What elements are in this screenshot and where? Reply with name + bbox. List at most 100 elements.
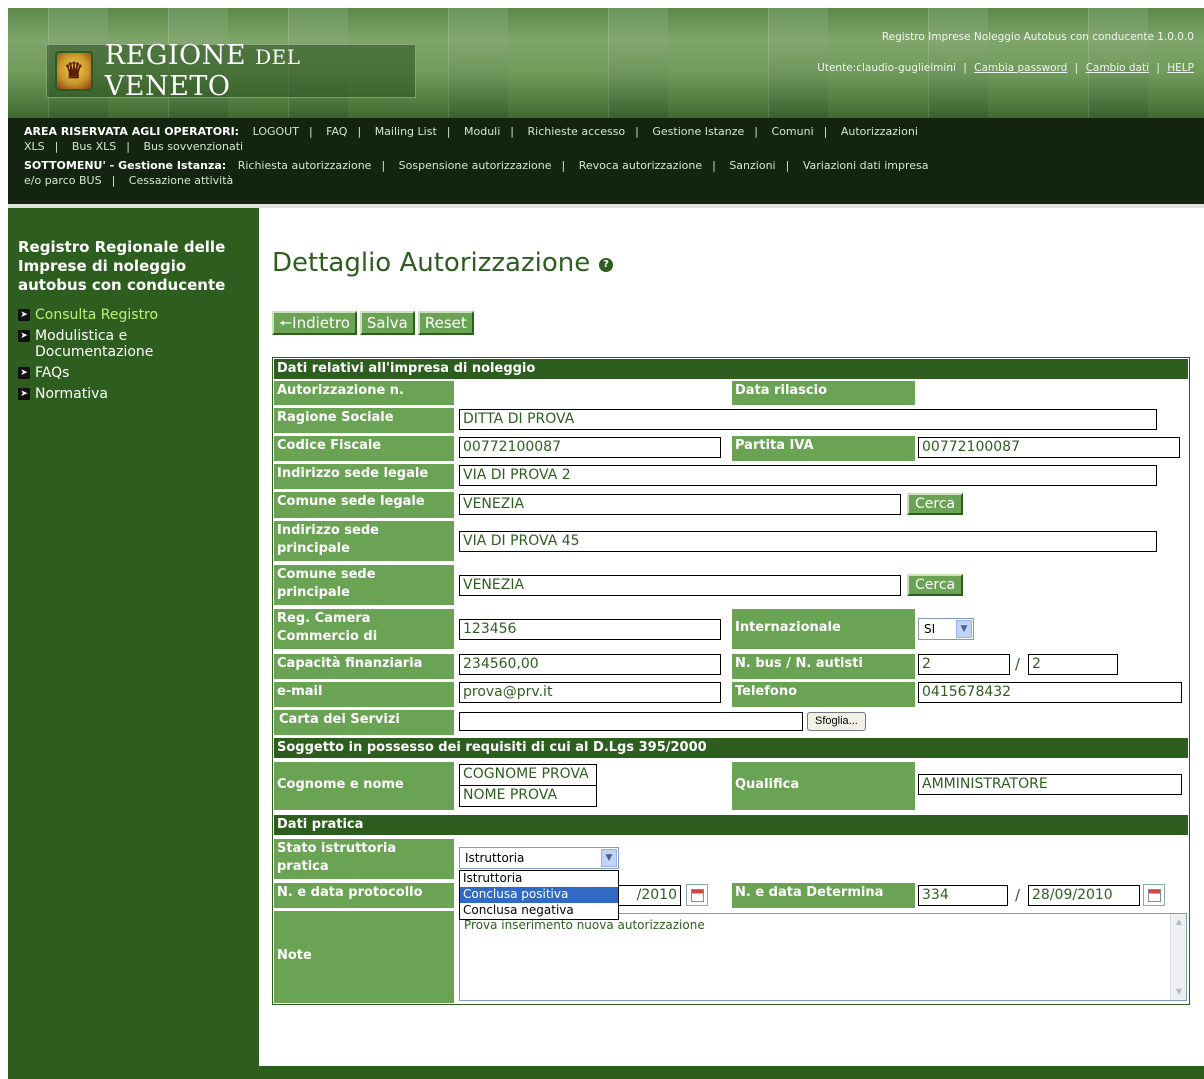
- menu-moduli[interactable]: Moduli: [464, 125, 500, 138]
- slash-separator: /: [1015, 886, 1021, 904]
- arrow-icon: ➤: [18, 367, 30, 379]
- app-title: Registro Imprese Noleggio Autobus con co…: [881, 31, 1194, 43]
- menu-xls[interactable]: XLS: [24, 140, 45, 153]
- menu-comuni[interactable]: Comuni: [772, 125, 814, 138]
- chevron-down-icon: ▼: [956, 620, 972, 638]
- logo-word-regione: REGIONE: [104, 40, 247, 71]
- cognome-field[interactable]: COGNOME PROVA: [459, 764, 597, 786]
- menu-bus-sovvenzionati[interactable]: Bus sovvenzionati: [144, 140, 244, 153]
- user-bar: Utente:claudio-guglielmini | Cambia pass…: [817, 62, 1194, 74]
- sfoglia-button[interactable]: Sfoglia...: [807, 712, 866, 731]
- site-header: ♛ REGIONE DEL VENETO Registro Imprese No…: [8, 8, 1204, 118]
- label-email: e-mail: [274, 682, 454, 707]
- menu-bus-xls[interactable]: Bus XLS: [72, 140, 116, 153]
- label-autorizzazione: Autorizzazione n.: [274, 381, 454, 405]
- nome-field[interactable]: NOME PROVA: [459, 785, 597, 807]
- sidebar-item-consulta-registro[interactable]: ➤ Consulta Registro: [18, 307, 249, 323]
- internazionale-select[interactable]: SI ▼: [918, 618, 974, 640]
- menu-autorizzazioni[interactable]: Autorizzazioni: [841, 125, 918, 138]
- label-nbus: N. bus / N. autisti: [732, 654, 915, 679]
- logo-word-del: DEL: [255, 45, 301, 69]
- submenu-parco-bus[interactable]: e/o parco BUS: [24, 174, 102, 187]
- calendar-icon[interactable]: [1143, 884, 1165, 906]
- label-determina: N. e data Determina: [732, 883, 915, 908]
- save-button[interactable]: Salva: [359, 311, 415, 335]
- submenu-variazioni[interactable]: Variazioni dati impresa: [803, 159, 929, 172]
- submenu-richiesta[interactable]: Richiesta autorizzazione: [238, 159, 372, 172]
- sidebar-item-label[interactable]: Normativa: [35, 386, 108, 402]
- email-field[interactable]: prova@prv.it: [459, 682, 721, 703]
- comune-principale-field[interactable]: VENEZIA: [459, 575, 901, 596]
- comune-legale-field[interactable]: VENEZIA: [459, 494, 901, 515]
- slash-separator: /: [1015, 655, 1021, 673]
- calendar-icon[interactable]: [686, 884, 708, 906]
- determina-data-field[interactable]: 28/09/2010: [1028, 885, 1140, 906]
- option-conclusa-positiva[interactable]: Conclusa positiva: [460, 887, 618, 903]
- note-textarea[interactable]: Prova inserimento nuova autorizzazione ▲…: [459, 913, 1187, 1001]
- label-ragione-sociale: Ragione Sociale: [274, 408, 454, 433]
- ragione-sociale-field[interactable]: DITTA DI PROVA: [459, 409, 1157, 430]
- submenu-label: SOTTOMENU' - Gestione Istanza:: [24, 159, 227, 172]
- menu-richieste-accesso[interactable]: Richieste accesso: [528, 125, 626, 138]
- scroll-up-icon[interactable]: ▲: [1173, 916, 1185, 928]
- sidebar-item-normativa[interactable]: ➤ Normativa: [18, 386, 249, 402]
- help-link[interactable]: HELP: [1167, 62, 1194, 74]
- back-arrow-icon: 🠔: [279, 313, 293, 332]
- label-comune-principale: Comune sede principale: [274, 565, 454, 605]
- label-data-rilascio: Data rilascio: [732, 381, 915, 405]
- menu-mailing-list[interactable]: Mailing List: [375, 125, 437, 138]
- back-button[interactable]: 🠔Indietro: [272, 311, 357, 335]
- carta-servizi-file-input[interactable]: [459, 712, 803, 731]
- capacita-field[interactable]: 234560,00: [459, 654, 721, 675]
- codice-fiscale-field[interactable]: 00772100087: [459, 437, 721, 458]
- sidebar-item-label[interactable]: Modulistica e Documentazione: [35, 328, 185, 360]
- cerca-principale-button[interactable]: Cerca: [907, 574, 964, 596]
- option-conclusa-negativa[interactable]: Conclusa negativa: [460, 903, 618, 919]
- indirizzo-legale-field[interactable]: VIA DI PROVA 2: [459, 465, 1157, 486]
- sidebar-item-label[interactable]: FAQs: [35, 365, 69, 381]
- label-partita-iva: Partita IVA: [732, 436, 915, 461]
- section-header-pratica: Dati pratica: [274, 815, 1188, 835]
- chevron-down-icon: ▼: [601, 849, 617, 867]
- menu-logout[interactable]: LOGOUT: [253, 125, 299, 138]
- label-stato-istruttoria: Stato istruttoria pratica: [274, 839, 454, 879]
- stato-istruttoria-options: Istruttoria Conclusa positiva Conclusa n…: [459, 870, 619, 920]
- cerca-legale-button[interactable]: Cerca: [907, 493, 964, 515]
- indirizzo-principale-field[interactable]: VIA DI PROVA 45: [459, 531, 1157, 552]
- telefono-field[interactable]: 0415678432: [918, 682, 1182, 703]
- stato-istruttoria-select[interactable]: Istruttoria ▼: [459, 847, 619, 869]
- logo-word-veneto: VENETO: [104, 71, 231, 102]
- menu-bar: AREA RISERVATA AGLI OPERATORI: LOGOUT | F…: [8, 118, 1204, 204]
- menu-faq[interactable]: FAQ: [326, 125, 347, 138]
- qualifica-field[interactable]: AMMINISTRATORE: [918, 774, 1182, 795]
- sidebar-item-faqs[interactable]: ➤ FAQs: [18, 365, 249, 381]
- sidebar-item-label[interactable]: Consulta Registro: [35, 307, 158, 323]
- submenu-revoca[interactable]: Revoca autorizzazione: [579, 159, 702, 172]
- label-indirizzo-legale: Indirizzo sede legale: [274, 464, 454, 489]
- submenu-sospensione[interactable]: Sospensione autorizzazione: [399, 159, 552, 172]
- option-istruttoria[interactable]: Istruttoria: [460, 871, 618, 887]
- determina-n-field[interactable]: 334: [918, 885, 1008, 906]
- scroll-down-icon[interactable]: ▼: [1173, 986, 1185, 998]
- sidebar-item-modulistica[interactable]: ➤ Modulistica e Documentazione: [18, 328, 249, 360]
- nbus-field[interactable]: 2: [918, 654, 1010, 675]
- regione-veneto-logo[interactable]: ♛ REGIONE DEL VENETO: [46, 40, 416, 102]
- label-protocollo: N. e data protocollo: [274, 883, 454, 908]
- change-password-link[interactable]: Cambia password: [974, 62, 1067, 74]
- arrow-icon: ➤: [18, 388, 30, 400]
- user-label: Utente:claudio-guglielmini: [817, 62, 956, 74]
- authorization-form: Dati relativi all'impresa di noleggio Au…: [272, 357, 1190, 1005]
- nautisti-field[interactable]: 2: [1028, 654, 1118, 675]
- submenu-sanzioni[interactable]: Sanzioni: [729, 159, 775, 172]
- help-icon[interactable]: ?: [599, 258, 613, 272]
- partita-iva-field[interactable]: 00772100087: [918, 437, 1180, 458]
- reg-camera-field[interactable]: 123456: [459, 619, 721, 640]
- change-data-link[interactable]: Cambio dati: [1086, 62, 1149, 74]
- reset-button[interactable]: Reset: [417, 311, 474, 335]
- main-content: Dettaglio Autorizzazione ? 🠔Indietro Sal…: [259, 204, 1204, 1066]
- label-codice-fiscale: Codice Fiscale: [274, 436, 454, 461]
- menu-gestione-istanze[interactable]: Gestione Istanze: [652, 125, 744, 138]
- note-scrollbar[interactable]: ▲ ▼: [1170, 914, 1186, 1000]
- submenu-cessazione[interactable]: Cessazione attività: [129, 174, 234, 187]
- label-capacita: Capacità finanziaria: [274, 654, 454, 679]
